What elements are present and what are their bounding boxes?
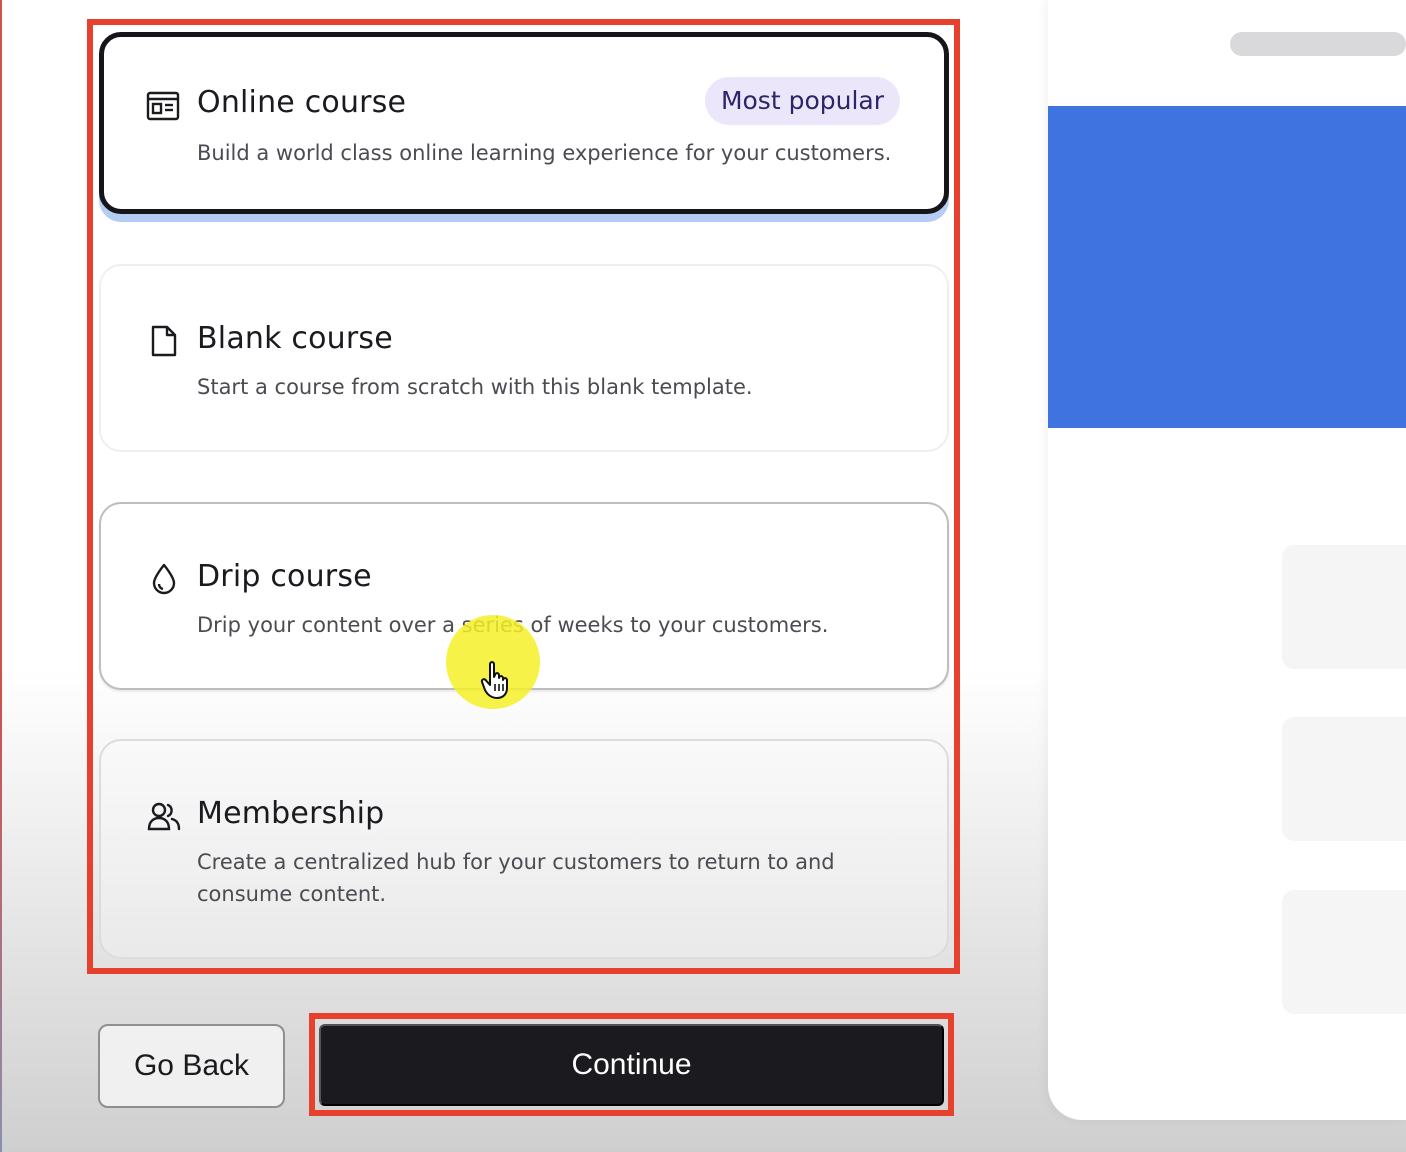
hand-pointer-icon [480,660,514,700]
preview-placeholder-block [1282,890,1406,1014]
option-online-course[interactable]: Online course Most popular Build a world… [99,32,949,214]
option-membership[interactable]: Membership Create a centralized hub for … [99,739,949,959]
template-preview-panel [1048,0,1406,1120]
most-popular-badge: Most popular [704,77,900,125]
layout-icon [146,89,180,123]
blank-page-icon [147,324,181,358]
option-description: Start a course from scratch with this bl… [197,375,753,399]
option-description: Create a centralized hub for your custom… [197,850,835,906]
option-title: Blank course [197,321,393,356]
droplet-icon [147,562,181,596]
option-description: Build a world class online learning expe… [197,141,892,165]
preview-placeholder-pill [1230,32,1406,56]
go-back-button[interactable]: Go Back [98,1024,285,1108]
option-title: Online course [197,85,407,120]
preview-hero-banner [1048,106,1406,428]
option-blank-course[interactable]: Blank course Start a course from scratch… [99,264,949,452]
preview-placeholder-block [1282,545,1406,669]
users-icon [147,799,181,833]
left-edge-line [0,0,2,1152]
continue-button[interactable]: Continue [319,1024,944,1106]
option-title: Drip course [197,559,372,594]
option-title: Membership [197,796,385,831]
option-description: Drip your content over a series of weeks… [197,613,829,637]
preview-placeholder-block [1282,717,1406,841]
